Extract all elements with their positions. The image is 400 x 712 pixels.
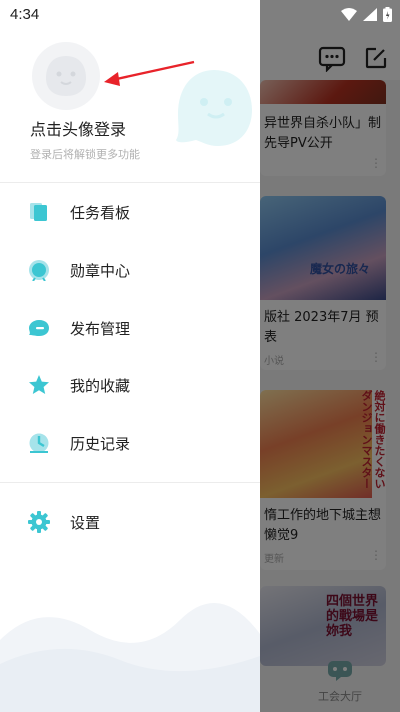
navigation-drawer: 点击头像登录 登录后将解锁更多功能 任务看板 勋章中心 发布管理 我的收藏 历史… <box>0 0 260 712</box>
menu-item-label: 发布管理 <box>70 319 131 338</box>
divider <box>0 482 260 483</box>
signal-icon <box>363 7 377 21</box>
menu-item-label: 勋章中心 <box>70 261 131 280</box>
medal-icon <box>28 259 50 281</box>
menu-item-medal-center[interactable]: 勋章中心 <box>0 246 260 294</box>
menu-item-settings[interactable]: 设置 <box>0 498 260 546</box>
menu-item-history[interactable]: 历史记录 <box>0 419 260 467</box>
divider <box>0 182 260 183</box>
pointer-arrow-icon <box>104 60 195 86</box>
login-subtitle: 登录后将解锁更多功能 <box>30 148 140 161</box>
menu-item-label: 我的收藏 <box>70 376 131 395</box>
menu-item-label: 任务看板 <box>70 203 131 222</box>
menu-item-publish-manage[interactable]: 发布管理 <box>0 304 260 352</box>
status-icons <box>341 6 392 22</box>
menu-item-label: 历史记录 <box>70 434 131 453</box>
menu-item-favorites[interactable]: 我的收藏 <box>0 361 260 409</box>
menu-item-task-board[interactable]: 任务看板 <box>0 188 260 236</box>
wifi-icon <box>341 7 357 21</box>
status-time: 4:34 <box>10 5 40 23</box>
menu-item-label: 设置 <box>70 513 101 532</box>
battery-icon <box>383 6 392 22</box>
decorative-wave <box>0 602 260 712</box>
history-icon <box>28 432 50 454</box>
gear-icon <box>28 511 50 533</box>
publish-icon <box>28 317 50 339</box>
avatar[interactable] <box>32 42 100 110</box>
status-bar: 4:34 <box>0 0 400 28</box>
default-avatar-icon <box>46 56 86 96</box>
login-prompt[interactable]: 点击头像登录 <box>30 116 126 140</box>
star-icon <box>28 374 50 396</box>
task-board-icon <box>28 201 50 223</box>
